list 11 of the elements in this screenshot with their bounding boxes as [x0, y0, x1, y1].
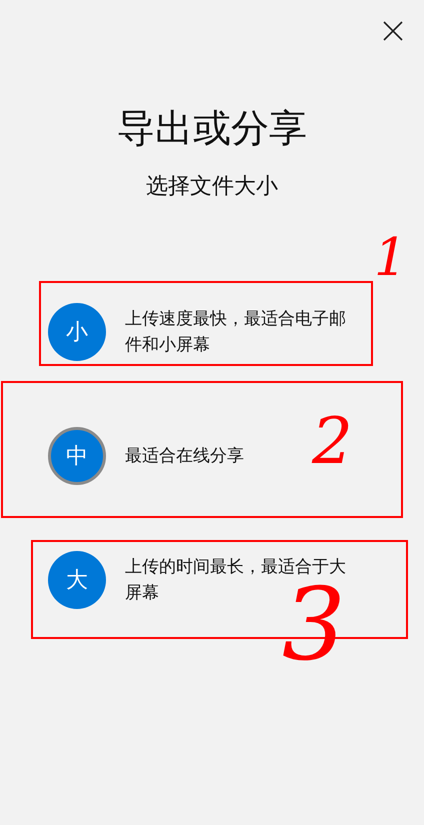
close-icon [383, 21, 403, 41]
size-badge: 中 [48, 427, 106, 485]
option-description: 上传速度最快，最适合电子邮件和小屏幕 [125, 308, 347, 357]
size-badge: 小 [48, 303, 106, 361]
option-description: 最适合在线分享 [125, 445, 244, 468]
close-button[interactable] [382, 20, 404, 42]
annotation-number: 2 [312, 410, 353, 474]
size-badge: 大 [48, 551, 106, 609]
annotation-number: 1 [374, 232, 408, 284]
dialog-subtitle: 选择文件大小 [146, 173, 278, 201]
dialog-title: 导出或分享 [117, 105, 307, 152]
